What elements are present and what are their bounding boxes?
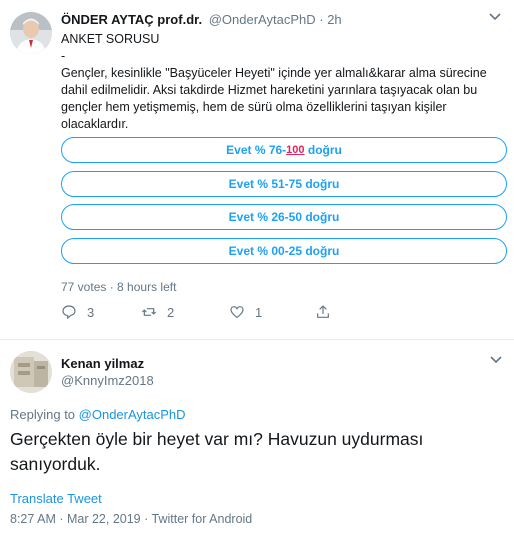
reply-icon bbox=[62, 305, 76, 320]
share-icon bbox=[317, 305, 329, 318]
tweet-header: ÖNDER AYTAÇ prof.dr. @OnderAytacPhD · 2h bbox=[61, 12, 342, 27]
retweet-icon bbox=[141, 308, 157, 316]
poll-option-1[interactable]: Evet % 76- 100 doğru bbox=[61, 137, 507, 163]
retweet-count: 2 bbox=[167, 304, 175, 320]
poll-option-label: Evet % 00-25 doğru bbox=[228, 243, 340, 258]
tweet-timestamp: 8:27 AM · Mar 22, 2019 · Twitter for And… bbox=[10, 512, 252, 526]
author-avatar-image bbox=[10, 351, 52, 393]
timestamp-text[interactable]: 8:27 AM · Mar 22, 2019 · bbox=[10, 512, 152, 526]
tweet-line-3: gençler hem yetişmemiş, hem de sürü olma… bbox=[61, 100, 447, 114]
header-separator: · bbox=[315, 12, 328, 27]
poll-option-3[interactable]: Evet % 26-50 doğru bbox=[61, 204, 507, 230]
poll-status: 77 votes · 8 hours left bbox=[61, 280, 177, 294]
share-button[interactable] bbox=[315, 304, 341, 320]
chevron-down-icon[interactable] bbox=[488, 10, 502, 24]
poll-option-2[interactable]: Evet % 51-75 doğru bbox=[61, 170, 507, 197]
poll-option-label: Evet % 76- bbox=[226, 143, 287, 157]
replying-prefix: Replying to bbox=[10, 407, 79, 422]
reply-tweet: Kenan yilmaz @KnnyImz2018 Replying to @O… bbox=[0, 341, 514, 546]
tweet-line-title: ANKET SORUSU bbox=[61, 32, 160, 46]
tweet-line-dash: - bbox=[61, 49, 66, 63]
chevron-down-icon[interactable] bbox=[490, 353, 502, 367]
reply-count: 3 bbox=[87, 304, 95, 320]
tweet-time[interactable]: 2h bbox=[327, 12, 341, 27]
translate-tweet-link[interactable]: Translate Tweet bbox=[10, 491, 102, 506]
quoted-tweet[interactable]: ÖNDER AYTAÇ prof.dr. @OnderAytacPhD · 2h… bbox=[0, 0, 514, 340]
tweet-actions: 3 2 1 bbox=[61, 304, 361, 322]
heart-icon bbox=[230, 306, 244, 319]
author-avatar[interactable] bbox=[10, 351, 52, 393]
poll-option-suffix: doğru bbox=[304, 143, 342, 157]
poll-option-4[interactable]: Evet % 00-25 doğru bbox=[61, 237, 507, 264]
tweet-line-1: Gençler, kesinlikle "Başyüceler Heyeti" … bbox=[61, 66, 487, 80]
author-avatar[interactable] bbox=[10, 12, 52, 54]
replying-to: Replying to @OnderAytacPhD bbox=[10, 407, 186, 422]
tweet-line-2: dahil edilmelidir. Aksi takdirde Hizmet … bbox=[61, 83, 478, 97]
replying-handle-link[interactable]: @OnderAytacPhD bbox=[79, 407, 186, 422]
author-avatar-image bbox=[10, 12, 52, 54]
poll-option-label: Evet % 26-50 doğru bbox=[228, 210, 340, 224]
reply-button[interactable]: 3 bbox=[61, 304, 94, 320]
tweet-line-2: sanıyorduk. bbox=[10, 454, 101, 474]
author-handle[interactable]: @OnderAytacPhD bbox=[209, 12, 316, 27]
tweet-text: ANKET SORUSU - Gençler, kesinlikle "Başy… bbox=[61, 31, 503, 133]
author-name[interactable]: ÖNDER AYTAÇ prof.dr. bbox=[61, 12, 202, 27]
tweet-text: Gerçekten öyle bir heyet var mı? Havuzun… bbox=[10, 427, 500, 477]
poll-time-left: 8 hours left bbox=[117, 280, 177, 294]
poll-option-label: Evet % 51-75 doğru bbox=[228, 176, 340, 191]
poll: Evet % 76- 100 doğru Evet % 51-75 doğru E… bbox=[61, 137, 507, 271]
hundred-points-icon: 100 bbox=[286, 144, 305, 156]
tweet-line-4: olacaklardır. bbox=[61, 117, 129, 131]
like-button[interactable]: 1 bbox=[229, 304, 262, 320]
like-count: 1 bbox=[255, 304, 263, 320]
tweet-line-1: Gerçekten öyle bir heyet var mı? Havuzun… bbox=[10, 429, 424, 449]
poll-votes: 77 votes bbox=[61, 280, 107, 294]
author-handle[interactable]: @KnnyImz2018 bbox=[61, 373, 154, 388]
author-name[interactable]: Kenan yilmaz bbox=[61, 356, 144, 371]
source-link[interactable]: Twitter for Android bbox=[152, 512, 253, 526]
retweet-button[interactable]: 2 bbox=[141, 304, 174, 320]
